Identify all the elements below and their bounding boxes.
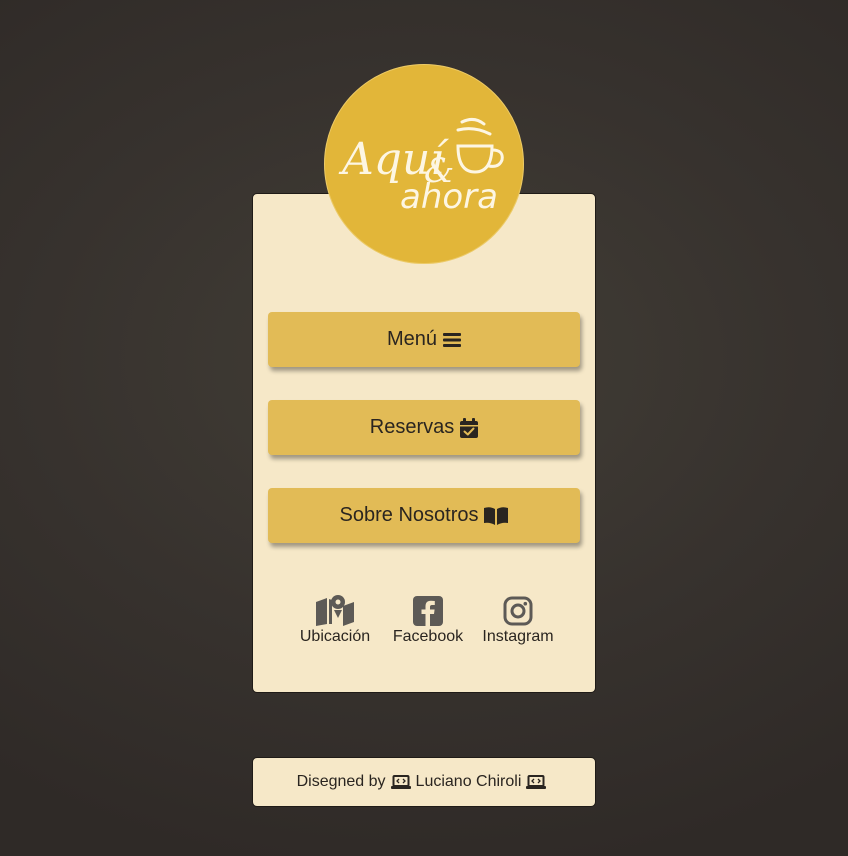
sobre-nosotros-button-label: Sobre Nosotros [339, 504, 479, 526]
ubicacion-label: Ubicación [299, 628, 371, 645]
logo-text-line2: ahora [400, 177, 498, 217]
instagram-label: Instagram [482, 628, 554, 645]
footer-author: Luciano Chiroli [415, 773, 522, 790]
coffee-cup-icon: Aquí & ahora [338, 117, 504, 217]
laptop-code-icon [526, 775, 547, 789]
social-links: Ubicación Facebook Instagram [253, 594, 597, 654]
menu-button-label: Menú [386, 328, 438, 350]
sobre-nosotros-button[interactable]: Sobre Nosotros [268, 488, 580, 543]
reservas-button[interactable]: Reservas [268, 400, 580, 455]
bars-icon [443, 332, 462, 348]
laptop-code-icon [390, 775, 411, 789]
footer-prefix: Disegned by [296, 773, 386, 790]
footer-credit: Disegned by Luciano Chiroli [252, 757, 596, 807]
ubicacion-link[interactable]: Ubicación [299, 594, 371, 646]
facebook-label: Facebook [392, 628, 464, 645]
instagram-link[interactable]: Instagram [481, 594, 555, 646]
brand-logo: Aquí & ahora [324, 64, 524, 264]
instagram-icon [503, 594, 533, 626]
reservas-button-label: Reservas [369, 416, 455, 438]
book-open-icon [484, 506, 509, 525]
calendar-check-icon [460, 417, 479, 438]
facebook-link[interactable]: Facebook [391, 594, 465, 646]
menu-button[interactable]: Menú [268, 312, 580, 367]
facebook-icon [413, 594, 443, 626]
main-card: Menú Reservas Sobre Nosotros Ubicación F… [252, 193, 596, 693]
map-location-icon [316, 594, 354, 626]
